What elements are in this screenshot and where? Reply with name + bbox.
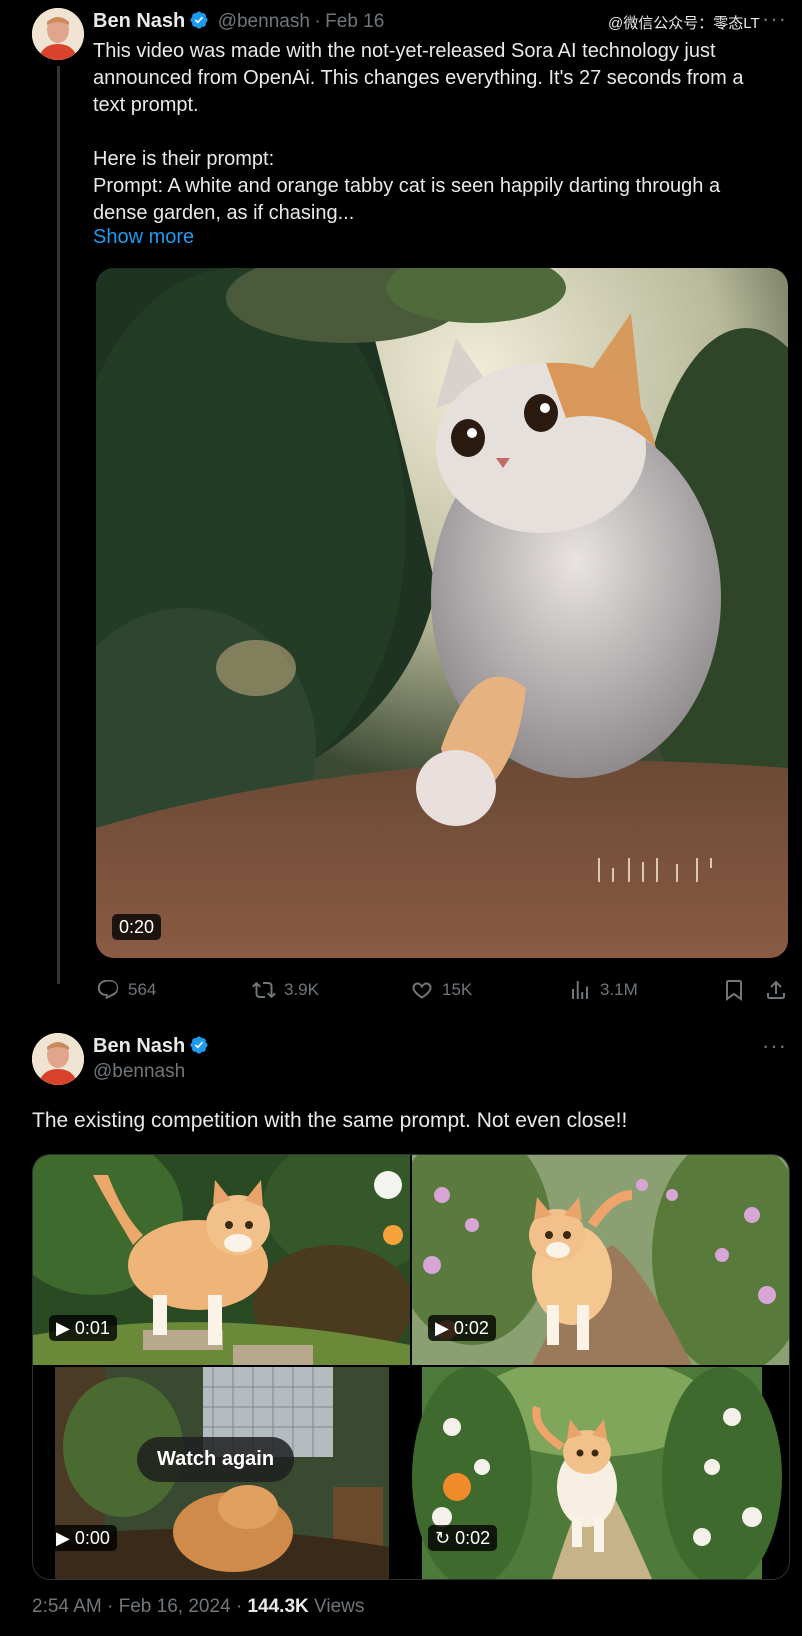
watermark: @微信公众号：零态LT: [608, 15, 760, 32]
tweet-time[interactable]: 2:54 AM: [32, 1596, 102, 1617]
views-count: 3.1M: [600, 980, 638, 999]
retweet-icon: [252, 981, 276, 999]
duration-label: 0:02: [453, 1318, 489, 1338]
video-duration-badge: ↻ 0:02: [428, 1525, 498, 1551]
tweet-full-date[interactable]: Feb 16, 2024: [119, 1596, 231, 1617]
reply-count: 564: [128, 980, 157, 999]
avatar[interactable]: [32, 1033, 84, 1085]
views-label: Views: [314, 1596, 365, 1617]
share-button[interactable]: [764, 978, 788, 1002]
watch-again-button[interactable]: Watch again: [137, 1437, 295, 1482]
tweet-header: Ben Nash @bennash · Feb 16: [93, 8, 384, 34]
video-duration-badge: ▶ 0:01: [49, 1315, 117, 1341]
play-icon: ▶: [56, 1528, 75, 1548]
show-more-link[interactable]: Show more: [93, 226, 194, 249]
play-icon: ▶: [435, 1318, 454, 1338]
tweet-header: Ben Nash: [93, 1033, 209, 1059]
retweet-button[interactable]: 3.9K: [252, 978, 319, 1002]
author-handle[interactable]: @bennash: [93, 1061, 185, 1083]
replay-icon[interactable]: ↻: [435, 1528, 455, 1548]
tweet-date[interactable]: Feb 16: [325, 11, 384, 32]
verified-badge-icon: [190, 1036, 208, 1054]
bookmark-icon: [726, 980, 742, 1001]
video-duration-badge: 0:20: [112, 914, 162, 940]
video-thumbnail[interactable]: ▶ 0:02: [412, 1155, 789, 1365]
avatar[interactable]: [32, 8, 84, 60]
bookmark-button[interactable]: [722, 978, 746, 1002]
share-icon: [767, 980, 785, 999]
like-count: 15K: [442, 980, 473, 999]
duration-label: 0:00: [74, 1528, 110, 1548]
heart-icon: [412, 982, 432, 999]
video-thumbnail[interactable]: Watch again ▶ 0:00: [33, 1367, 410, 1579]
retweet-count: 3.9K: [284, 980, 319, 999]
video-duration-badge: ▶ 0:02: [428, 1315, 496, 1341]
views-button[interactable]: 3.1M: [568, 978, 638, 1002]
video-thumbnail[interactable]: ↻ 0:02: [412, 1367, 789, 1579]
like-button[interactable]: 15K: [410, 978, 472, 1002]
reply-button[interactable]: 564: [96, 978, 156, 1002]
author-name[interactable]: Ben Nash: [93, 1035, 185, 1057]
video-player[interactable]: 0:20: [96, 268, 788, 958]
author-name[interactable]: Ben Nash: [93, 10, 185, 32]
video-duration-badge: ▶ 0:00: [49, 1525, 117, 1551]
tweet-text: The existing competition with the same p…: [32, 1109, 628, 1132]
views-total: 144.3K: [247, 1596, 309, 1617]
author-handle[interactable]: @bennash: [218, 11, 310, 32]
video-thumbnail[interactable]: ▶ 0:01: [33, 1155, 410, 1365]
more-options-icon[interactable]: ···: [762, 1033, 787, 1059]
tweet-text: This video was made with the not-yet-rel…: [93, 40, 744, 224]
play-icon: ▶: [56, 1318, 75, 1338]
verified-badge-icon: [190, 11, 208, 29]
reply-icon: [97, 980, 119, 1000]
more-options-icon[interactable]: ···: [762, 6, 787, 32]
duration-label: 0:01: [74, 1318, 110, 1338]
cat-video-frame: [96, 268, 788, 958]
media-grid: ▶ 0:01 ▶ 0:02 Watch again ▶ 0:00 ↻ 0:02: [32, 1154, 790, 1580]
analytics-icon: [572, 981, 588, 999]
tweet-meta: 2:54 AM · Feb 16, 2024 · 144.3K Views: [32, 1596, 365, 1617]
separator: ·: [314, 11, 321, 32]
thread-line: [57, 66, 60, 984]
duration-label: 0:02: [455, 1528, 491, 1548]
